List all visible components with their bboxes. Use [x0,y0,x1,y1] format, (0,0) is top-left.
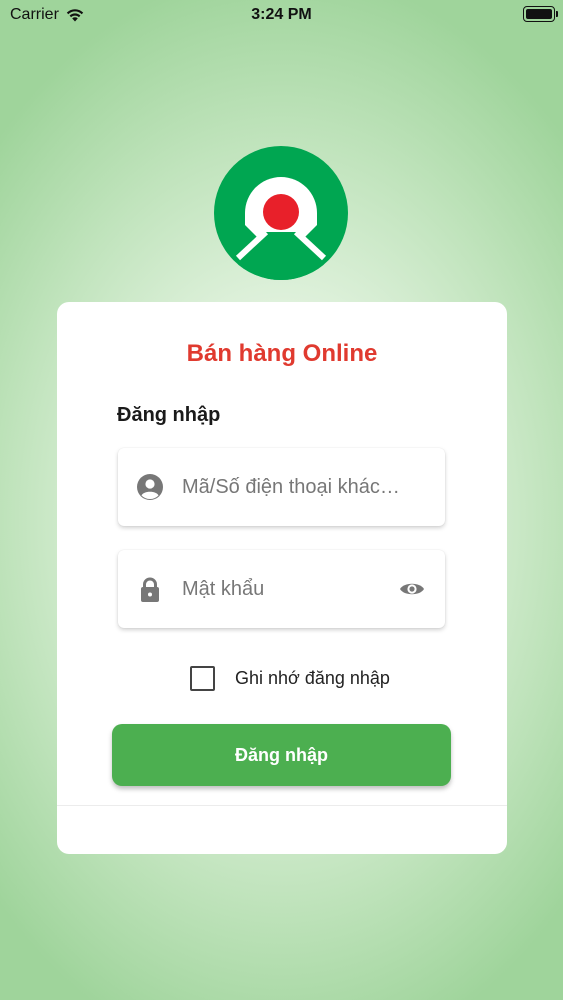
eye-icon[interactable] [399,576,425,602]
login-button[interactable]: Đăng nhập [112,724,451,786]
password-field[interactable] [118,550,445,628]
username-input[interactable] [182,448,411,526]
password-input[interactable] [182,550,411,628]
battery-level [526,9,552,19]
user-icon [137,474,163,500]
remember-checkbox[interactable] [190,666,215,691]
battery-icon [523,6,558,22]
lock-icon [141,577,159,602]
app-title: Bán hàng Online [186,340,378,367]
remember-label: Ghi nhớ đăng nhập [235,668,390,688]
status-bar: Carrier 3:24 PM [0,0,563,30]
status-time: 3:24 PM [251,6,312,23]
remember-me[interactable]: Ghi nhớ đăng nhập [190,666,390,691]
card-divider [57,805,507,806]
username-field[interactable] [118,448,445,526]
login-heading: Đăng nhập [117,404,221,426]
login-card: Bán hàng Online Đăng nhập Ghi nhớ đăng n… [57,302,507,854]
app-logo [214,146,348,280]
